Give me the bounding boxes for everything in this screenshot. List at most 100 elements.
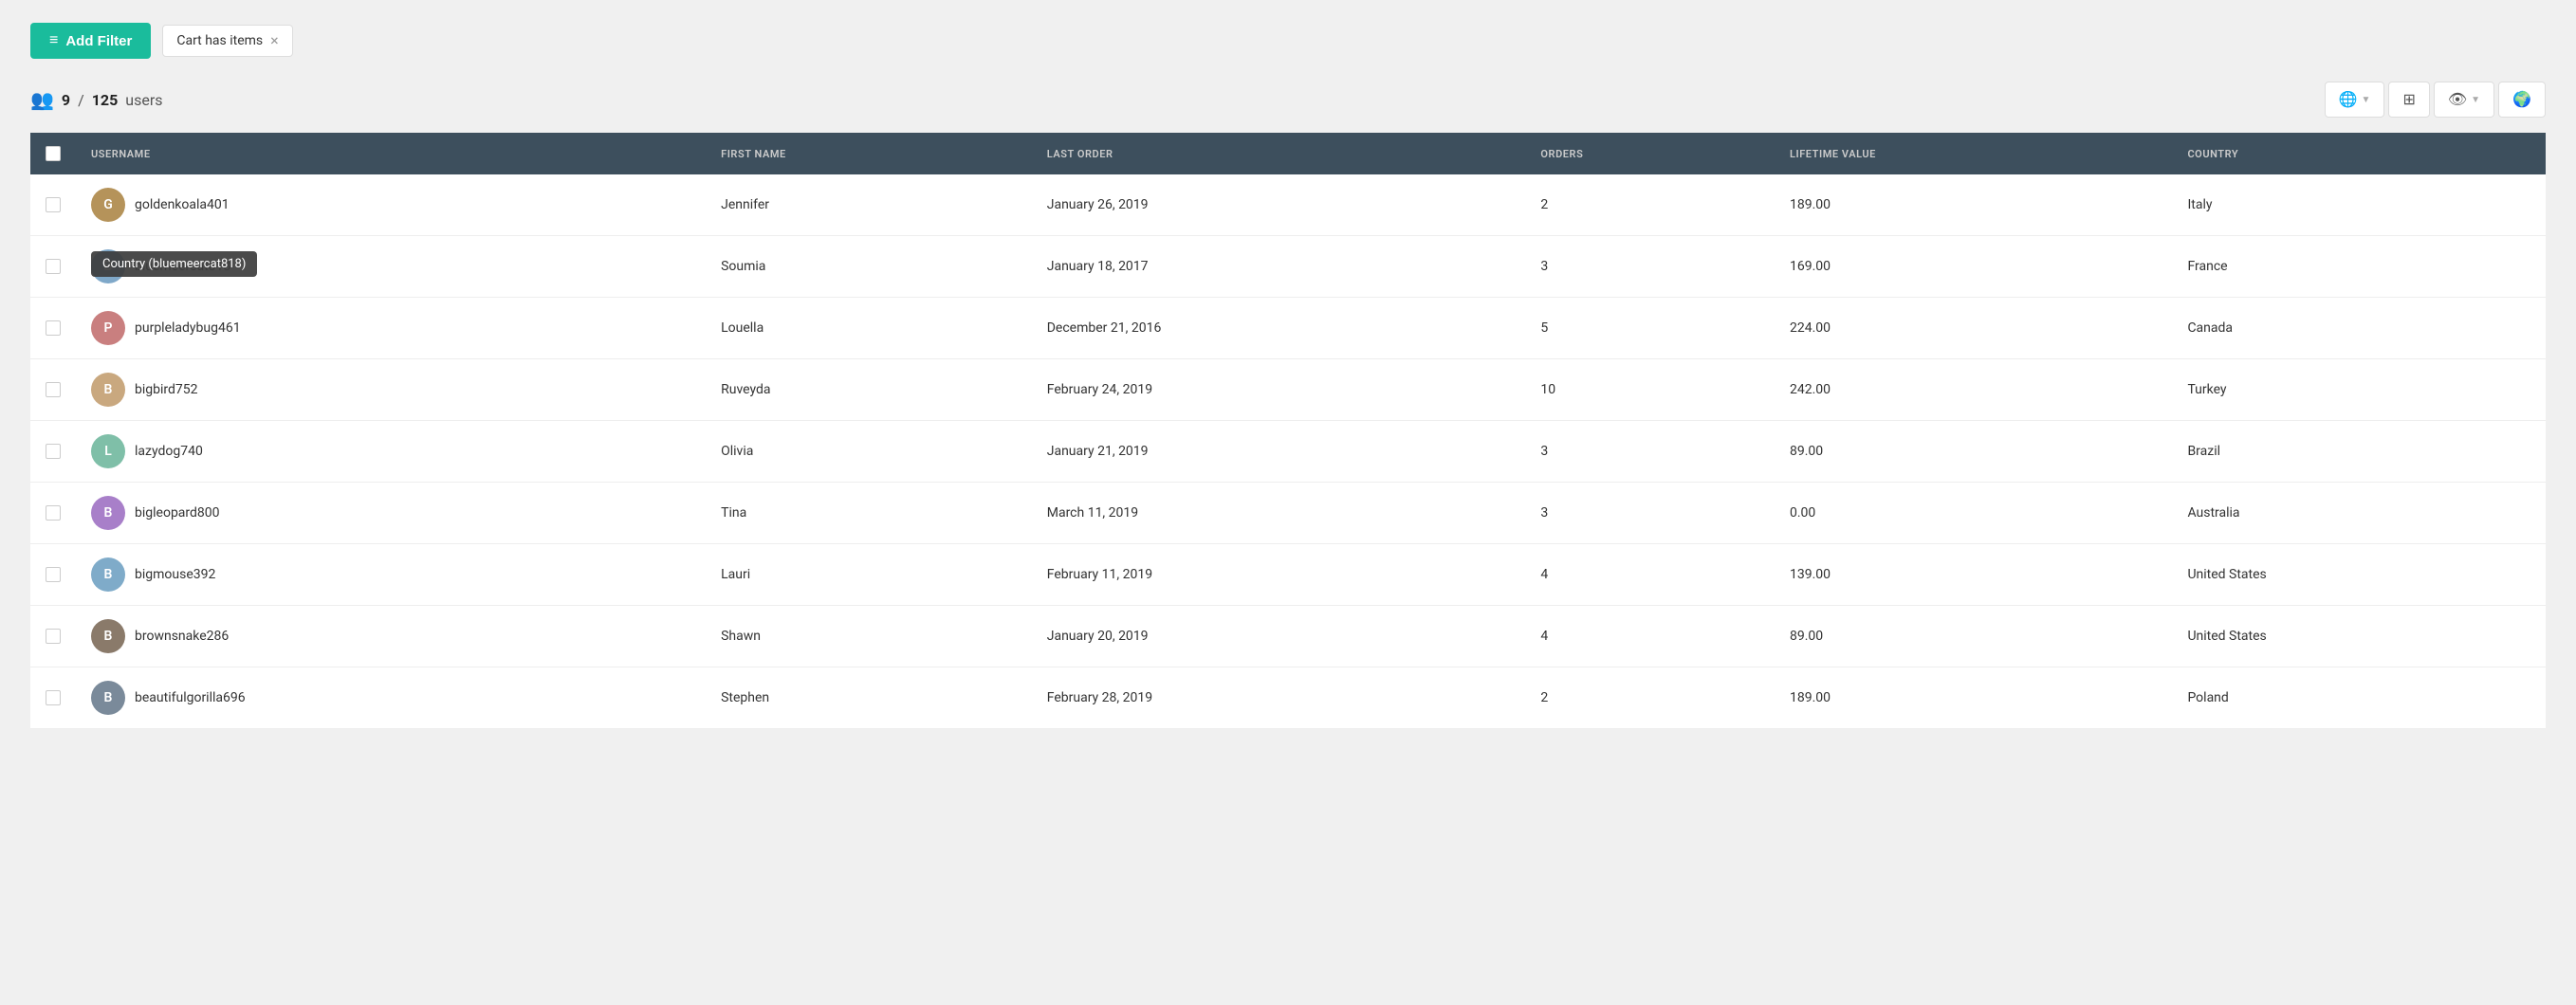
country-cell: Australia <box>2172 483 2546 544</box>
first-name-cell: Ruveyda <box>706 359 1032 421</box>
table-row[interactable]: Ppurpleladybug461LouellaDecember 21, 201… <box>30 298 2546 359</box>
orders-cell: 2 <box>1525 174 1775 236</box>
first-name-cell: Olivia <box>706 421 1032 483</box>
table-row[interactable]: Bbluemeercat818Country (bluemeercat818)S… <box>30 236 2546 298</box>
row-checkbox[interactable] <box>46 382 61 397</box>
table-row[interactable]: Llazydog740OliviaJanuary 21, 2019389.00B… <box>30 421 2546 483</box>
table-body: Ggoldenkoala401JenniferJanuary 26, 20192… <box>30 174 2546 729</box>
users-label: users <box>125 91 162 109</box>
lifetime-value-cell: 0.00 <box>1775 483 2172 544</box>
table-row[interactable]: Bbeautifulgorilla696StephenFebruary 28, … <box>30 667 2546 729</box>
orders-cell: 10 <box>1525 359 1775 421</box>
close-icon[interactable]: × <box>270 33 279 48</box>
world-button[interactable]: 🌍 <box>2498 82 2546 118</box>
globe-icon: 🌐 <box>2339 90 2358 109</box>
avatar: B <box>91 557 125 592</box>
row-checkbox-cell <box>30 174 76 236</box>
row-checkbox-cell <box>30 606 76 667</box>
username-cell: Bbrownsnake286 <box>76 606 706 667</box>
username-text: brownsnake286 <box>135 629 229 644</box>
avatar: B <box>91 373 125 407</box>
row-checkbox[interactable] <box>46 629 61 644</box>
username-text: bigbird752 <box>135 382 198 397</box>
first-name-cell: Stephen <box>706 667 1032 729</box>
grid-button[interactable]: ⊞ <box>2388 82 2429 118</box>
lifetime-value-cell: 89.00 <box>1775 421 2172 483</box>
username-cell: Llazydog740 <box>76 421 706 483</box>
row-checkbox-cell <box>30 421 76 483</box>
username-text: goldenkoala401 <box>135 197 230 212</box>
lifetime-value-cell: 139.00 <box>1775 544 2172 606</box>
eye-button[interactable]: 👁 ▼ <box>2434 82 2494 118</box>
row-checkbox[interactable] <box>46 567 61 582</box>
grid-icon: ⊞ <box>2402 90 2415 109</box>
user-count: 👥 9 / 125 users <box>30 88 163 111</box>
toolbar: ≡ Add Filter Cart has items × <box>30 23 2546 59</box>
first-name-cell: Jennifer <box>706 174 1032 236</box>
row-checkbox[interactable] <box>46 259 61 274</box>
username-text: bluemeercat818 <box>135 259 230 274</box>
orders-cell: 3 <box>1525 483 1775 544</box>
lifetime-value-cell: 189.00 <box>1775 667 2172 729</box>
country-cell: Canada <box>2172 298 2546 359</box>
table-row[interactable]: Bbrownsnake286ShawnJanuary 20, 2019489.0… <box>30 606 2546 667</box>
globe-button[interactable]: 🌐 ▼ <box>2325 82 2385 118</box>
username-cell: Bbeautifulgorilla696 <box>76 667 706 729</box>
row-checkbox[interactable] <box>46 444 61 459</box>
avatar: B <box>91 496 125 530</box>
row-checkbox-cell <box>30 298 76 359</box>
row-checkbox-cell <box>30 359 76 421</box>
last-order-cell: December 21, 2016 <box>1032 298 1526 359</box>
chevron-down-icon: ▼ <box>2362 95 2371 105</box>
eye-icon: 👁 <box>2448 90 2467 109</box>
add-filter-label: Add Filter <box>65 33 132 49</box>
table-row[interactable]: Bbigbird752RuveydaFebruary 24, 201910242… <box>30 359 2546 421</box>
table-row[interactable]: Ggoldenkoala401JenniferJanuary 26, 20192… <box>30 174 2546 236</box>
avatar: G <box>91 188 125 222</box>
lifetime-value-cell: 169.00 <box>1775 236 2172 298</box>
table-row[interactable]: Bbigmouse392LauriFebruary 11, 20194139.0… <box>30 544 2546 606</box>
header-username: USERNAME <box>76 133 706 174</box>
avatar: L <box>91 434 125 468</box>
country-cell: Turkey <box>2172 359 2546 421</box>
avatar: B <box>91 681 125 715</box>
avatar: B <box>91 619 125 653</box>
count-separator: / <box>78 91 84 109</box>
header-country: COUNTRY <box>2172 133 2546 174</box>
username-cell: Bbigleopard800 <box>76 483 706 544</box>
count-total: 125 <box>92 91 119 109</box>
world-icon: 🌍 <box>2512 90 2531 109</box>
country-cell: France <box>2172 236 2546 298</box>
table-row[interactable]: Bbigleopard800TinaMarch 11, 201930.00Aus… <box>30 483 2546 544</box>
row-checkbox[interactable] <box>46 320 61 336</box>
lifetime-value-cell: 89.00 <box>1775 606 2172 667</box>
filter-icon: ≡ <box>49 32 58 49</box>
first-name-cell: Tina <box>706 483 1032 544</box>
row-checkbox[interactable] <box>46 197 61 212</box>
orders-cell: 3 <box>1525 236 1775 298</box>
username-cell: Bbluemeercat818Country (bluemeercat818) <box>76 236 706 298</box>
username-cell: Ggoldenkoala401 <box>76 174 706 236</box>
first-name-cell: Lauri <box>706 544 1032 606</box>
last-order-cell: March 11, 2019 <box>1032 483 1526 544</box>
row-checkbox-cell <box>30 483 76 544</box>
count-current: 9 <box>62 91 70 109</box>
users-icon: 👥 <box>30 88 54 111</box>
stats-row: 👥 9 / 125 users 🌐 ▼ ⊞ 👁 ▼ 🌍 <box>30 82 2546 118</box>
row-checkbox-cell <box>30 544 76 606</box>
username-text: purpleladybug461 <box>135 320 241 336</box>
select-all-checkbox[interactable] <box>46 146 61 161</box>
action-buttons: 🌐 ▼ ⊞ 👁 ▼ 🌍 <box>2325 82 2546 118</box>
last-order-cell: February 28, 2019 <box>1032 667 1526 729</box>
username-text: lazydog740 <box>135 444 203 459</box>
country-cell: Brazil <box>2172 421 2546 483</box>
username-text: beautifulgorilla696 <box>135 690 246 705</box>
add-filter-button[interactable]: ≡ Add Filter <box>30 23 151 59</box>
last-order-cell: February 24, 2019 <box>1032 359 1526 421</box>
header-last-order: LAST ORDER <box>1032 133 1526 174</box>
first-name-cell: Shawn <box>706 606 1032 667</box>
row-checkbox[interactable] <box>46 505 61 521</box>
lifetime-value-cell: 224.00 <box>1775 298 2172 359</box>
chevron-down-icon-2: ▼ <box>2471 95 2480 105</box>
row-checkbox[interactable] <box>46 690 61 705</box>
